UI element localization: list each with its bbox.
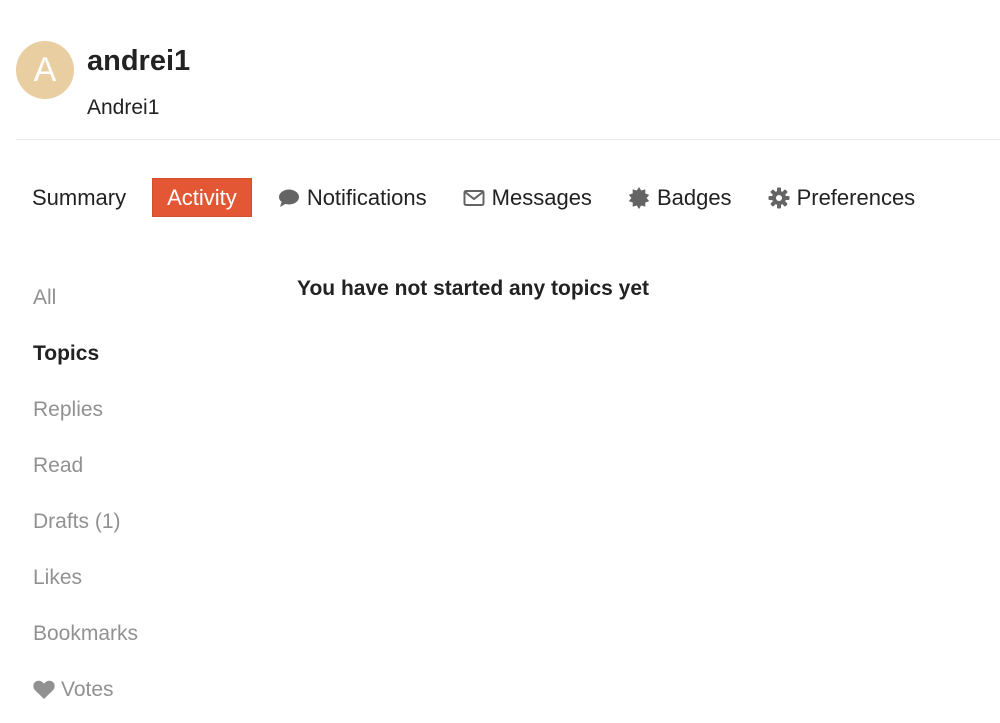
tab-preferences-label: Preferences	[796, 184, 916, 210]
sidebar-item-label: Votes	[61, 678, 114, 701]
sidebar-item-label: Drafts (1)	[33, 510, 121, 533]
badge-icon	[628, 186, 650, 209]
tab-preferences[interactable]: Preferences	[758, 178, 926, 217]
user-header: A andrei1 Andrei1	[16, 0, 1000, 140]
sidebar-item-label: All	[33, 286, 57, 309]
sidebar-item-label: Topics	[33, 342, 100, 365]
sidebar-item-label: Read	[33, 454, 84, 477]
sidebar-item-votes[interactable]: Votes	[33, 662, 233, 718]
comment-icon	[278, 187, 300, 209]
empty-state-message: You have not started any topics yet	[297, 277, 650, 300]
username: andrei1	[87, 45, 191, 77]
full-name: Andrei1	[87, 96, 160, 119]
tab-summary-label: Summary	[32, 184, 127, 210]
user-nav-tabs: Summary Activity Notifications Messages …	[22, 178, 941, 217]
tab-badges[interactable]: Badges	[618, 178, 742, 217]
tab-notifications-label: Notifications	[306, 184, 427, 210]
tab-badges-label: Badges	[656, 184, 732, 210]
envelope-icon	[463, 187, 485, 209]
tab-messages-label: Messages	[491, 184, 592, 210]
activity-sidebar: All Topics Replies Read Drafts (1) Likes…	[33, 270, 233, 718]
tab-activity[interactable]: Activity	[152, 178, 252, 217]
sidebar-item-label: Likes	[33, 566, 83, 589]
sidebar-item-likes[interactable]: Likes	[33, 550, 233, 606]
tab-notifications[interactable]: Notifications	[268, 178, 437, 217]
sidebar-item-label: Bookmarks	[33, 622, 139, 645]
gear-icon	[768, 187, 790, 209]
avatar[interactable]: A	[16, 41, 74, 99]
avatar-letter: A	[33, 51, 57, 89]
sidebar-item-topics[interactable]: Topics	[33, 326, 233, 382]
tab-summary[interactable]: Summary	[22, 178, 136, 217]
sidebar-item-read[interactable]: Read	[33, 438, 233, 494]
sidebar-item-bookmarks[interactable]: Bookmarks	[33, 606, 233, 662]
sidebar-item-drafts[interactable]: Drafts (1)	[33, 494, 233, 550]
sidebar-item-all[interactable]: All	[33, 270, 233, 326]
tab-activity-label: Activity	[167, 184, 237, 210]
sidebar-item-replies[interactable]: Replies	[33, 382, 233, 438]
heart-icon	[33, 679, 55, 701]
sidebar-item-label: Replies	[33, 398, 104, 421]
tab-messages[interactable]: Messages	[453, 178, 602, 217]
